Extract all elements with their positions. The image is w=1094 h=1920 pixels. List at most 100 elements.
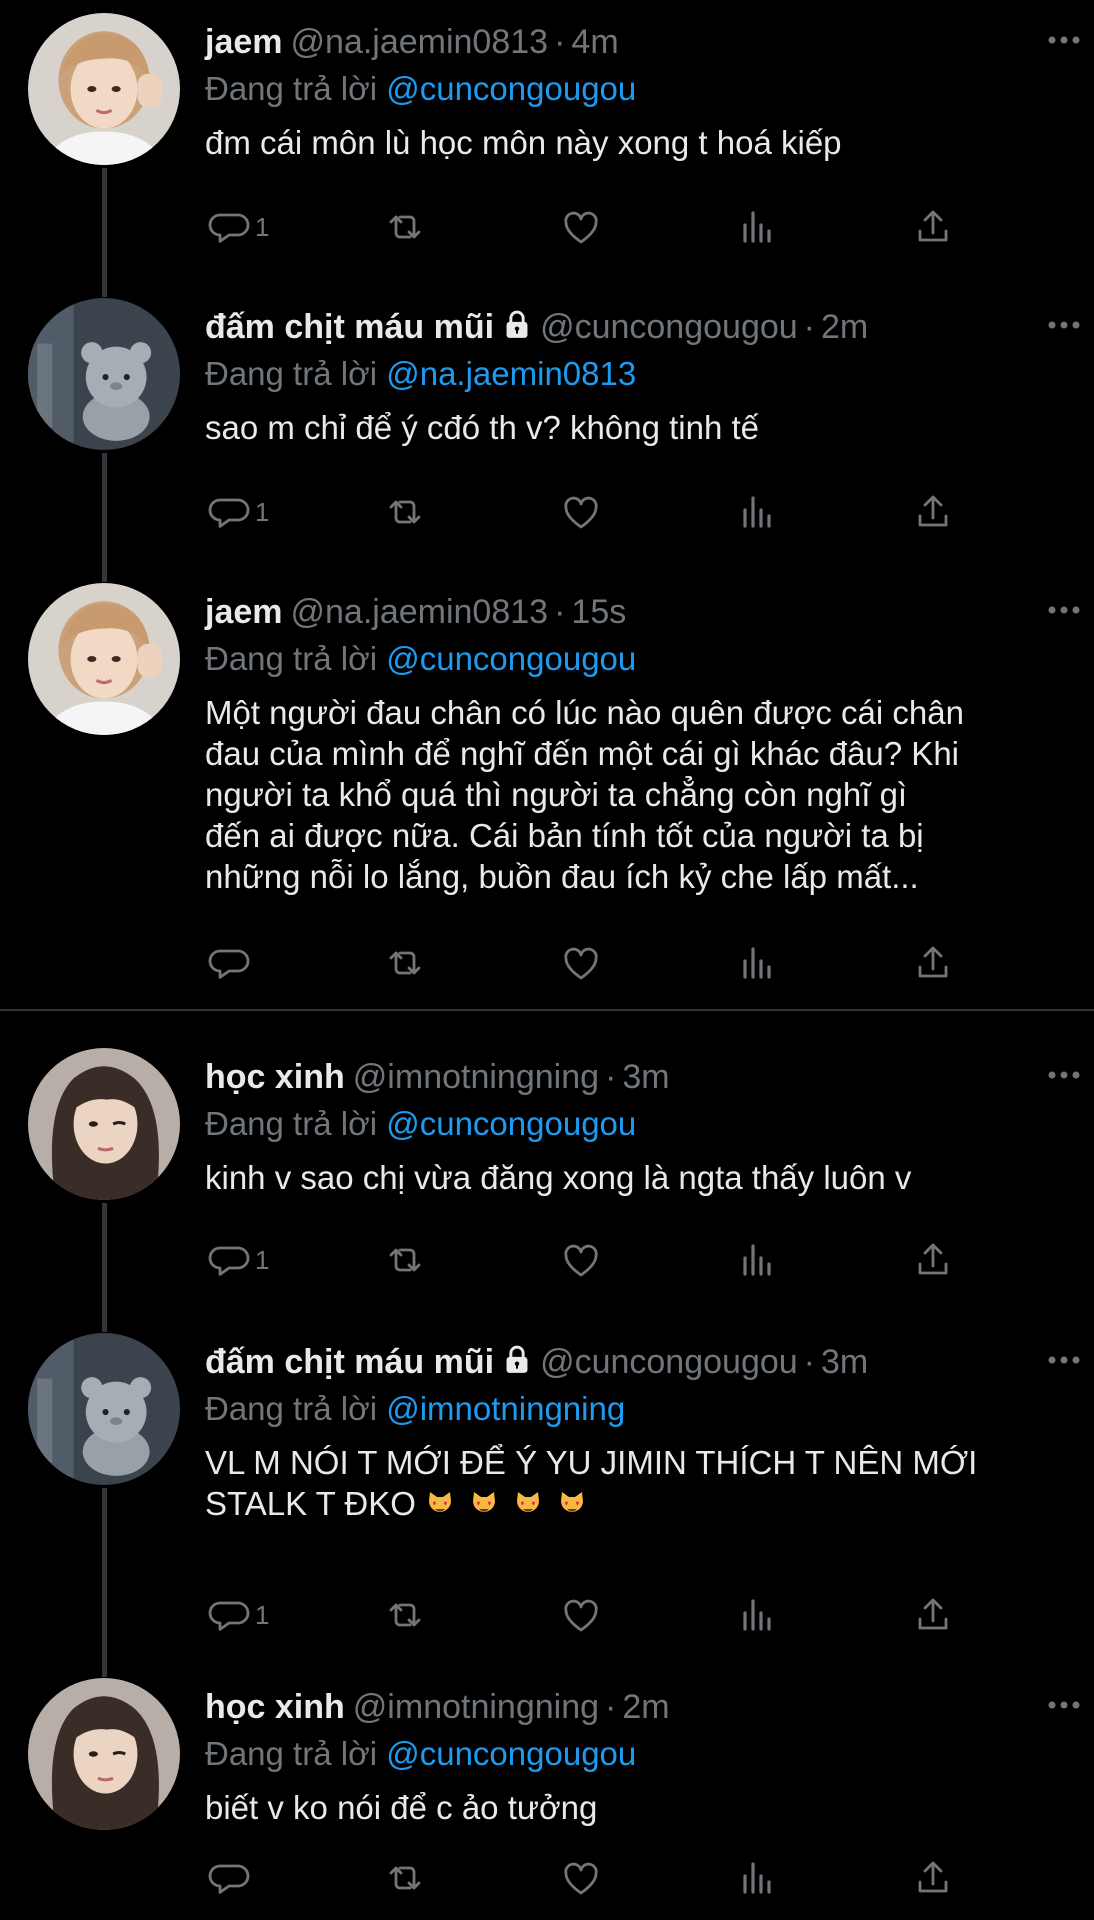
share-button[interactable] [909,1590,957,1640]
timestamp[interactable]: 3m [622,1058,669,1096]
user-handle[interactable]: @imnotningning [353,1058,599,1096]
reply-prefix: Đang trả lời [205,70,378,107]
reply-icon [208,1864,250,1894]
avatar[interactable] [28,1333,180,1485]
reply-to-link[interactable]: @cuncongougou [386,640,636,677]
replying-to: Đang trả lời @na.jaemin0813 [205,351,1064,397]
tweet-content: đấm chịt máu mũi @cuncongougou · 3m Đang tr… [205,1338,1064,1524]
conversation-feed: jaem @na.jaemin0813 · 4m Đang trả lời @cunc… [0,0,1094,1920]
tweet[interactable]: jaem @na.jaemin0813 · 4m Đang trả lời @cunc… [0,0,1094,285]
timestamp[interactable]: 4m [571,23,618,61]
retweet-icon [389,1248,421,1272]
reply-button[interactable]: 1 [205,1235,269,1285]
tweet-header: học xinh @imnotningning · 2m [205,1683,1064,1731]
reply-button[interactable]: 1 [205,202,269,252]
tweet[interactable]: học xinh @imnotningning · 3m Đang trả lời @… [0,1035,1094,1320]
display-name[interactable]: học xinh [205,1688,345,1726]
retweet-button[interactable] [381,1235,429,1285]
reply-prefix: Đang trả lời [205,1735,378,1772]
retweet-button[interactable] [381,487,429,537]
more-icon[interactable] [1044,1338,1084,1382]
retweet-button[interactable] [381,202,429,252]
reply-prefix: Đang trả lời [205,640,378,677]
more-icon[interactable] [1044,588,1084,632]
views-button[interactable] [733,202,781,252]
reply-prefix: Đang trả lời [205,1390,378,1427]
separator-dot: · [605,1058,617,1096]
like-button[interactable] [557,202,605,252]
user-handle[interactable]: @cuncongougou [540,1343,798,1381]
retweet-button[interactable] [381,1853,429,1903]
views-button[interactable] [733,1235,781,1285]
views-button[interactable] [733,1590,781,1640]
reply-button[interactable]: 1 [205,1590,269,1640]
views-button[interactable] [733,938,781,988]
timestamp[interactable]: 2m [622,1688,669,1726]
reply-to-link[interactable]: @cuncongougou [386,1735,636,1772]
display-name[interactable]: học xinh [205,1058,345,1096]
replying-to: Đang trả lời @cuncongougou [205,66,1064,112]
tweet-text: Một người đau chân có lúc nào quên được … [205,694,964,895]
more-icon[interactable] [1044,303,1084,347]
like-button[interactable] [557,487,605,537]
reply-to-link[interactable]: @na.jaemin0813 [386,355,636,392]
tweet[interactable]: học xinh @imnotningning · 2m Đang trả lời @… [0,1663,1094,1920]
avatar[interactable] [28,1048,180,1200]
views-button[interactable] [733,1853,781,1903]
more-icon[interactable] [1044,18,1084,62]
display-name[interactable]: đấm chịt máu mũi [205,1343,494,1381]
more-icon[interactable] [1044,1053,1084,1097]
avatar[interactable] [28,583,180,735]
tweet[interactable]: jaem @na.jaemin0813 · 15s Đang trả lời @cun… [0,568,1094,1010]
share-button[interactable] [909,938,957,988]
reply-button[interactable] [205,1853,255,1903]
separator-dot: · [554,23,566,61]
share-button[interactable] [909,1235,957,1285]
reply-button[interactable]: 1 [205,487,269,537]
user-handle[interactable]: @cuncongougou [540,308,798,346]
avatar[interactable] [28,298,180,450]
retweet-button[interactable] [381,938,429,988]
thread-connector [102,1663,107,1677]
share-icon [918,495,948,527]
reply-button[interactable] [205,938,255,988]
retweet-button[interactable] [381,1590,429,1640]
display-name[interactable]: jaem [205,593,283,631]
reply-to-link[interactable]: @cuncongougou [386,1105,636,1142]
lock-icon [506,310,528,338]
views-button[interactable] [733,487,781,537]
reply-count: 1 [255,1599,270,1630]
avatar[interactable] [28,1678,180,1830]
tweet-actions: 1 [205,1590,1005,1640]
tweet-actions: 1 [205,202,1005,252]
tweet[interactable]: đấm chịt máu mũi @cuncongougou · 3m Đang tr… [0,1318,1094,1665]
like-button[interactable] [557,1590,605,1640]
reply-to-link[interactable]: @cuncongougou [386,70,636,107]
avatar[interactable] [28,13,180,165]
user-handle[interactable]: @na.jaemin0813 [291,593,549,631]
share-button[interactable] [909,202,957,252]
display-name[interactable]: jaem [205,23,283,61]
views-icon [743,1862,771,1894]
timestamp[interactable]: 15s [571,593,626,631]
tweet-header: jaem @na.jaemin0813 · 4m [205,18,1064,66]
share-button[interactable] [909,1853,957,1903]
user-handle[interactable]: @na.jaemin0813 [291,23,549,61]
thread-connector [102,568,107,582]
like-button[interactable] [557,1853,605,1903]
share-button[interactable] [909,487,957,537]
timestamp[interactable]: 2m [821,308,868,346]
tweet[interactable]: đấm chịt máu mũi @cuncongougou · 2m Đang tr… [0,283,1094,570]
display-name[interactable]: đấm chịt máu mũi [205,308,494,346]
tweet-actions: 1 [205,1235,1005,1285]
retweet-icon [389,500,421,524]
reply-to-link[interactable]: @imnotningning [386,1390,625,1427]
like-icon [564,1862,598,1895]
plush-bear-avatar-image [28,298,180,450]
like-button[interactable] [557,1235,605,1285]
like-icon [564,211,598,244]
timestamp[interactable]: 3m [821,1343,868,1381]
more-icon[interactable] [1044,1683,1084,1727]
like-button[interactable] [557,938,605,988]
user-handle[interactable]: @imnotningning [353,1688,599,1726]
